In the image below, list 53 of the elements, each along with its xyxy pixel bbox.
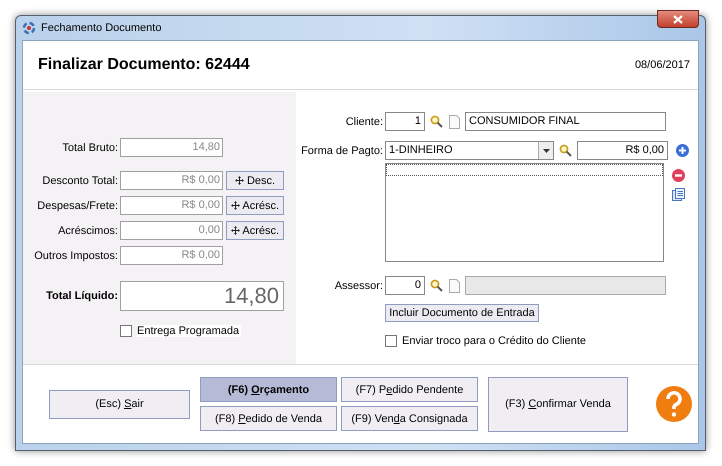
client-name-field[interactable]: CONSUMIDOR FINAL <box>465 112 666 131</box>
confirm-sale-button[interactable]: (F3) Confirmar Venda <box>488 376 628 432</box>
action-button[interactable]: (F6) Orçamento <box>200 377 337 402</box>
total-label: Despesas/Frete: <box>36 200 118 212</box>
search-icon[interactable] <box>430 279 443 292</box>
client-label: Cliente: <box>344 116 383 128</box>
adjust-button[interactable]: Acrésc. <box>226 221 284 240</box>
document-icon[interactable] <box>449 278 460 292</box>
document-date: 08/06/2017 <box>634 59 690 71</box>
total-label: Desconto Total: <box>41 174 118 186</box>
move-cross-icon <box>234 176 244 184</box>
checkbox-label: Enviar troco para o Crédito do Cliente <box>402 335 588 347</box>
amount-field: R$ 0,00 <box>120 246 223 265</box>
search-icon[interactable] <box>559 144 572 157</box>
total-label: Acréscimos: <box>57 224 118 236</box>
amount-field: 14,80 <box>120 138 223 157</box>
checkbox[interactable] <box>120 325 132 337</box>
payment-list[interactable] <box>385 163 664 262</box>
include-document-button[interactable]: Incluir Documento de Entrada <box>385 304 539 322</box>
total-label: Total Líquido: <box>45 290 118 302</box>
move-cross-icon <box>230 226 240 234</box>
remove-icon[interactable] <box>672 169 685 182</box>
action-button[interactable]: (F9) Venda Consignada <box>341 406 478 431</box>
move-cross-icon <box>230 200 240 210</box>
add-icon[interactable] <box>676 144 689 157</box>
adjust-button[interactable]: Desc. <box>226 171 284 190</box>
payment-amount-field[interactable]: R$ 0,00 <box>577 141 668 160</box>
amount-field: R$ 0,00 <box>120 196 223 215</box>
list-icon[interactable] <box>672 188 685 201</box>
total-label: Total Bruto: <box>61 142 118 154</box>
adjust-button[interactable]: Acrésc. <box>226 196 284 215</box>
window-title: Fechamento Documento <box>41 22 162 34</box>
help-icon[interactable] <box>656 386 692 422</box>
close-icon <box>673 14 683 24</box>
net-total-field: 14,80 <box>120 281 284 311</box>
amount-field: 0,00 <box>120 221 223 240</box>
app-logo-icon <box>22 21 36 35</box>
exit-button[interactable]: (Esc) Sair <box>49 390 190 418</box>
checkbox-label: Entrega Programada <box>137 325 242 337</box>
advisor-label: Assessor: <box>334 280 383 292</box>
document-icon[interactable] <box>449 114 460 128</box>
action-button[interactable]: (F8) Pedido de Venda <box>200 406 337 431</box>
action-button[interactable]: (F7) Pedido Pendente <box>341 377 478 402</box>
checkbox[interactable] <box>385 335 397 347</box>
payment-label: Forma de Pagto: <box>300 144 383 156</box>
close-button[interactable] <box>657 10 699 28</box>
amount-field: R$ 0,00 <box>120 171 223 190</box>
search-icon[interactable] <box>430 115 443 128</box>
dropdown-arrow-icon <box>542 148 550 152</box>
document-title: Finalizar Documento: 62444 <box>38 56 250 74</box>
total-label: Outros Impostos: <box>33 250 118 262</box>
payment-dropdown[interactable]: 1-DINHEIRO <box>385 141 554 160</box>
client-code-field[interactable]: 1 <box>385 112 425 131</box>
